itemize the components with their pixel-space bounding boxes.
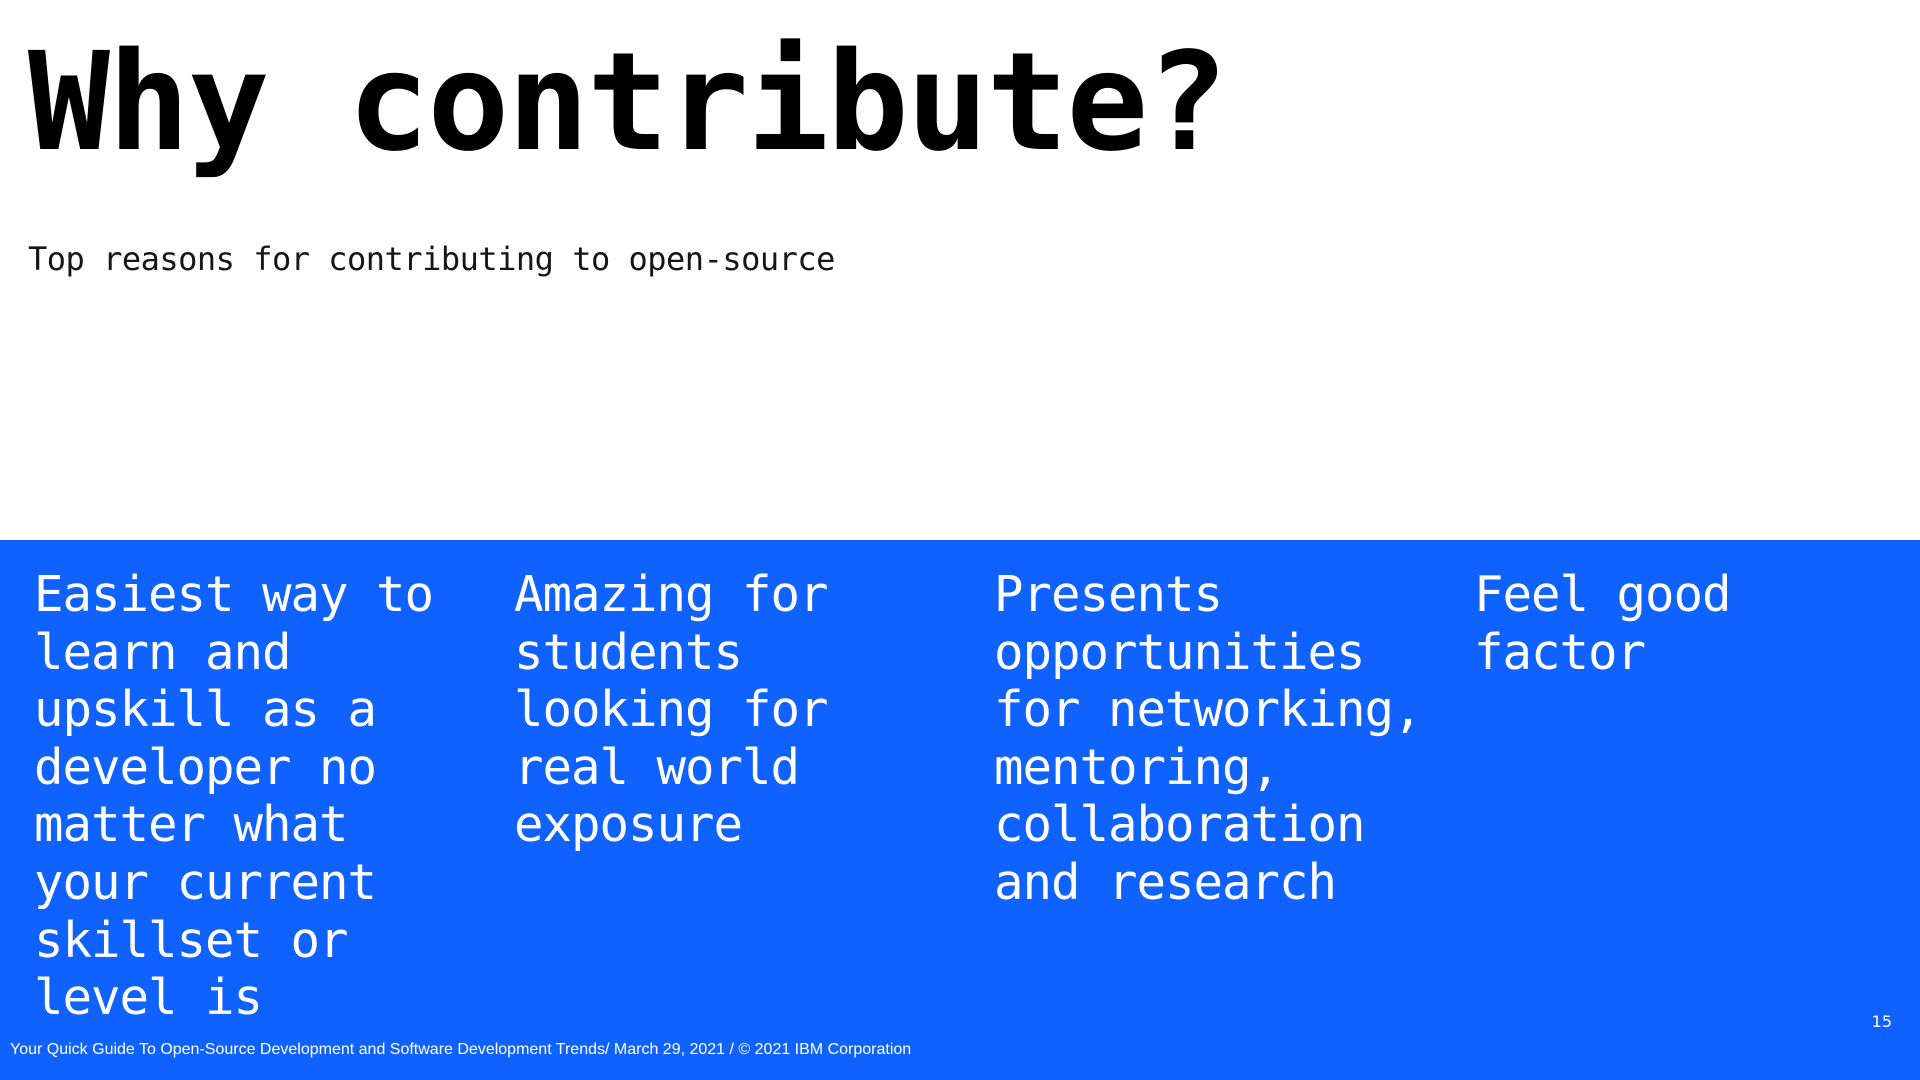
- reason-feel-good: Feel good factor: [1474, 566, 1732, 681]
- slide: Why contribute? Top reasons for contribu…: [0, 0, 1920, 1080]
- page-number: 15: [1871, 1012, 1892, 1031]
- slide-title: Why contribute?: [28, 24, 1228, 182]
- slide-subtitle: Top reasons for contributing to open-sou…: [28, 240, 835, 278]
- reason-networking: Presents opportunities for networking, m…: [994, 566, 1423, 911]
- reason-learn-upskill: Easiest way to learn and upskill as a de…: [34, 566, 434, 1027]
- reason-students: Amazing for students looking for real wo…: [514, 566, 829, 854]
- footer-text: Your Quick Guide To Open-Source Developm…: [10, 1041, 912, 1058]
